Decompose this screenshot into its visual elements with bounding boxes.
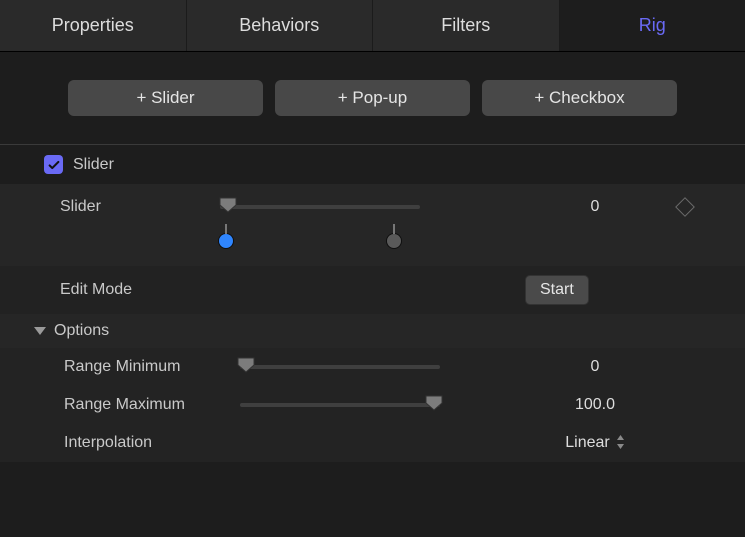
interpolation-value: Linear [565,434,609,452]
range-minimum-label: Range Minimum [60,358,240,376]
edit-mode-row: Edit Mode Start [0,266,745,314]
widget-enable-checkbox[interactable] [44,155,63,174]
tab-filters[interactable]: Filters [373,0,560,51]
range-minimum-slider[interactable] [240,365,440,369]
snapshot-marker-active[interactable] [219,234,233,248]
range-minimum-thumb[interactable] [237,357,255,373]
add-slider-button[interactable]: + Slider [68,80,263,116]
range-maximum-thumb[interactable] [425,395,443,411]
options-header[interactable]: Options [0,314,745,348]
add-popup-button[interactable]: + Pop-up [275,80,470,116]
interpolation-row: Interpolation Linear [0,424,745,462]
tab-behaviors[interactable]: Behaviors [187,0,374,51]
options-group: Range Minimum 0 Range Maximum 100.0 Inte… [0,348,745,462]
snapshot-track[interactable] [220,234,430,252]
edit-mode-start-button[interactable]: Start [525,275,589,305]
range-maximum-slider[interactable] [240,403,440,407]
widget-header: Slider [0,145,745,184]
options-label: Options [54,322,109,340]
chevron-down-icon[interactable] [34,327,46,335]
updown-caret-icon [616,435,625,451]
slider-value[interactable]: 0 [525,198,665,216]
interpolation-popup[interactable]: Linear [565,434,624,452]
edit-mode-label: Edit Mode [60,281,220,299]
slider-track[interactable] [220,205,420,209]
slider-label: Slider [60,198,220,216]
add-widget-bar: + Slider + Pop-up + Checkbox [0,52,745,140]
slider-thumb[interactable] [219,197,237,213]
widget-title: Slider [73,156,114,174]
tab-rig[interactable]: Rig [560,0,745,51]
range-minimum-value[interactable]: 0 [525,358,665,376]
interpolation-label: Interpolation [60,434,240,452]
add-checkbox-button[interactable]: + Checkbox [482,80,677,116]
snapshot-marker[interactable] [387,234,401,248]
range-maximum-row: Range Maximum 100.0 [0,386,745,424]
range-minimum-row: Range Minimum 0 [0,348,745,386]
keyframe-icon[interactable] [675,197,695,217]
inspector-tabs: Properties Behaviors Filters Rig [0,0,745,52]
range-maximum-label: Range Maximum [60,396,240,414]
slider-panel: Slider 0 [0,184,745,266]
range-maximum-value[interactable]: 100.0 [525,396,665,414]
tab-properties[interactable]: Properties [0,0,187,51]
